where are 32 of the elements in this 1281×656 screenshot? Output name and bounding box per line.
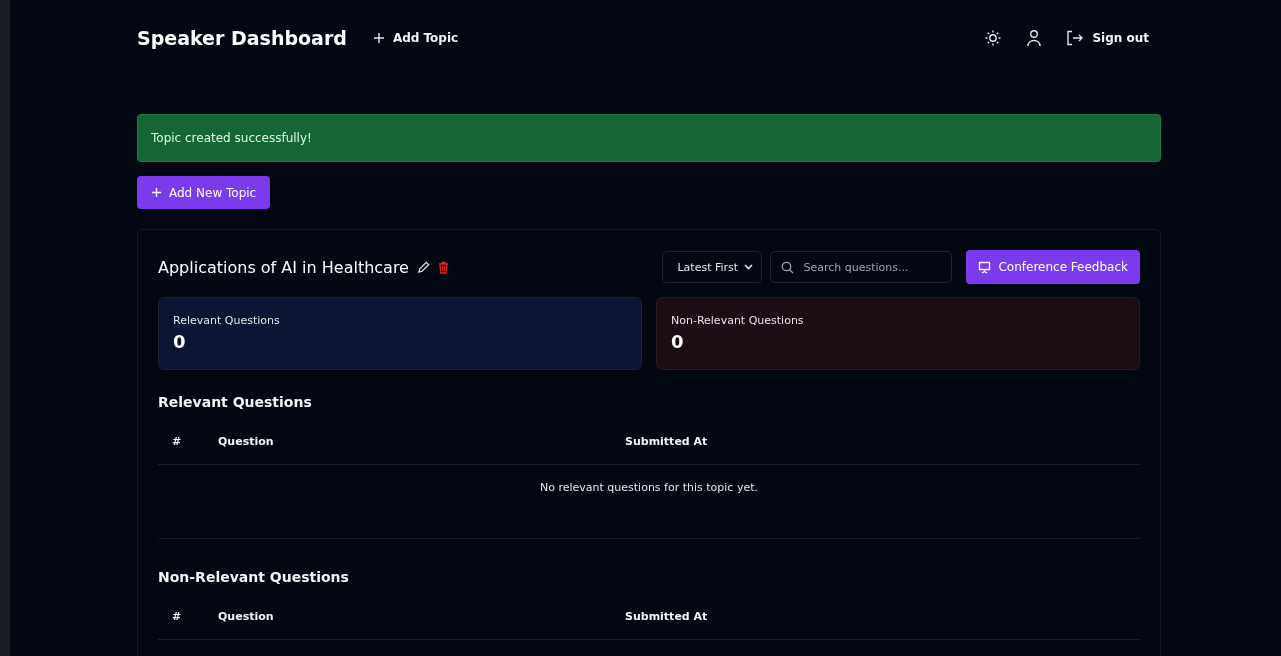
add-new-topic-button[interactable]: Add New Topic xyxy=(137,176,271,209)
column-header: # xyxy=(171,434,183,448)
column-header: Submitted At xyxy=(625,434,708,448)
chevron-down-icon xyxy=(744,264,754,270)
column-header: Question xyxy=(218,434,275,448)
sign-out-icon xyxy=(1066,30,1085,46)
user-icon[interactable] xyxy=(1026,29,1043,47)
section-heading: Relevant Questions xyxy=(158,394,313,410)
sign-out-link[interactable]: Sign out xyxy=(1066,30,1149,46)
pencil-icon[interactable] xyxy=(416,260,430,274)
column-header: Question xyxy=(218,609,275,623)
column-header: # xyxy=(171,609,183,623)
stat-count: 0 xyxy=(671,331,685,352)
add-topic-link[interactable]: Add Topic xyxy=(372,31,459,45)
conference-feedback-button[interactable]: Conference Feedback xyxy=(966,250,1140,284)
stat-count: 0 xyxy=(173,331,187,352)
stat-label: Non-Relevant Questions xyxy=(671,314,805,327)
topic-title: Applications of AI in Healthcare xyxy=(158,257,409,277)
column-header: Submitted At xyxy=(625,609,708,623)
presentation-icon xyxy=(978,260,992,274)
stat-label: Relevant Questions xyxy=(173,314,281,327)
alert-message: Topic created successfully! xyxy=(151,131,312,145)
plus-icon xyxy=(151,187,162,198)
sun-icon[interactable] xyxy=(984,29,1003,47)
app-title: Speaker Dashboard xyxy=(137,27,347,49)
sort-dropdown[interactable]: Latest First xyxy=(662,251,763,283)
empty-message: No relevant questions for this topic yet. xyxy=(540,481,758,494)
trash-icon[interactable] xyxy=(437,260,449,274)
search-icon xyxy=(781,261,795,274)
plus-icon xyxy=(372,32,385,44)
search-field[interactable]: Search questions... xyxy=(770,251,953,283)
section-heading: Non-Relevant Questions xyxy=(158,569,350,585)
